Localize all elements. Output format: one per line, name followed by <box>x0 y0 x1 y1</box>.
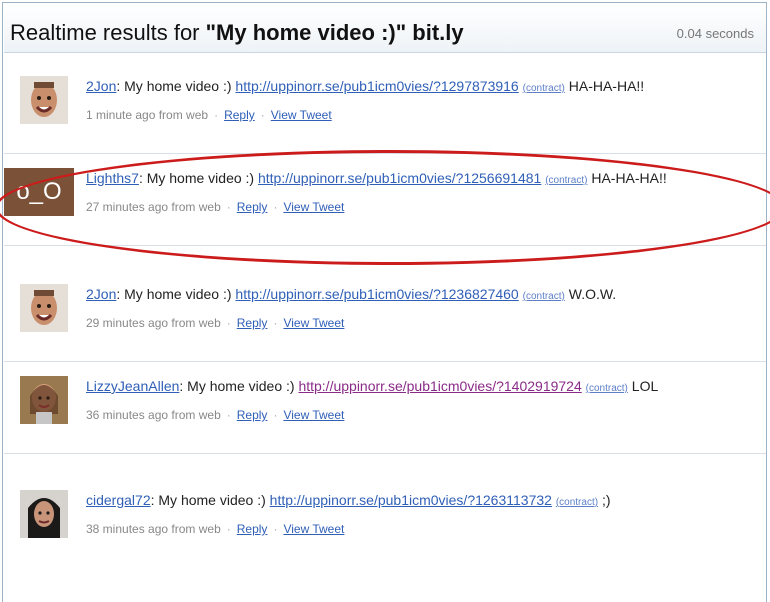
avatar[interactable] <box>20 490 68 538</box>
view-tweet-link[interactable]: View Tweet <box>283 522 344 536</box>
tweet-body: 2Jon: My home video :) http://uppinorr.s… <box>86 284 746 333</box>
contract-link[interactable]: (contract) <box>545 175 587 186</box>
tweet-suffix: ;) <box>598 492 611 508</box>
woman-avatar-icon <box>20 376 68 424</box>
tweet-item: 2Jon: My home video :) http://uppinorr.s… <box>4 62 766 154</box>
tweet-text: : My home video :) <box>116 286 236 302</box>
reply-link[interactable]: Reply <box>237 200 268 214</box>
woman-dark-hair-avatar-icon <box>20 490 68 538</box>
avatar[interactable] <box>20 284 68 332</box>
tweet-text: : My home video :) <box>116 78 236 94</box>
tweet-item: o_O Lighths7: My home video :) http://up… <box>4 154 766 246</box>
view-tweet-link[interactable]: View Tweet <box>283 316 344 330</box>
tweet-url[interactable]: http://uppinorr.se/pub1icm0vies/?1236827… <box>235 286 518 302</box>
contract-link[interactable]: (contract) <box>523 83 565 94</box>
tweet-user[interactable]: Lighths7 <box>86 170 139 186</box>
tweet-body: 2Jon: My home video :) http://uppinorr.s… <box>86 76 746 125</box>
avatar[interactable] <box>20 376 68 424</box>
results-header: Realtime results for "My home video :)" … <box>4 4 766 53</box>
tweet-url[interactable]: http://uppinorr.se/pub1icm0vies/?1263113… <box>270 492 552 508</box>
title-prefix: Realtime results for <box>10 20 206 45</box>
tweet-user[interactable]: 2Jon <box>86 78 116 94</box>
reply-link[interactable]: Reply <box>237 522 268 536</box>
tweet-suffix: HA-HA-HA!! <box>564 78 645 94</box>
tweet-meta: 38 minutes ago from web · Reply · View Tweet <box>86 522 345 536</box>
view-tweet-link[interactable]: View Tweet <box>283 200 344 214</box>
tweet-text: : My home video :) <box>150 492 270 508</box>
tweet-meta: 29 minutes ago from web · Reply · View Tweet <box>86 316 345 330</box>
tweet-time: 1 minute ago from web <box>86 108 209 122</box>
tweet-item: 2Jon: My home video :) http://uppinorr.s… <box>4 270 766 362</box>
tweet-suffix: W.O.W. <box>564 286 617 302</box>
tweet-url[interactable]: http://uppinorr.se/pub1icm0vies/?1297873… <box>235 78 518 94</box>
contract-link[interactable]: (contract) <box>523 291 565 302</box>
tweet-url[interactable]: http://uppinorr.se/pub1icm0vies/?1256691… <box>258 170 541 186</box>
smiling-man-avatar-icon <box>20 76 68 124</box>
tweet-time: 38 minutes ago from web <box>86 522 221 536</box>
tweet-user[interactable]: cidergal72 <box>86 492 151 508</box>
avatar[interactable] <box>20 76 68 124</box>
results-title: Realtime results for "My home video :)" … <box>10 20 464 46</box>
tweet-time: 27 minutes ago from web <box>86 200 221 214</box>
elapsed-time: 0.04 seconds <box>676 26 754 41</box>
tweet-text: : My home video :) <box>179 378 299 394</box>
contract-link[interactable]: (contract) <box>556 497 598 508</box>
avatar[interactable]: o_O <box>4 168 74 216</box>
tweet-suffix: HA-HA-HA!! <box>587 170 667 186</box>
tweet-time: 36 minutes ago from web <box>86 408 221 422</box>
reply-link[interactable]: Reply <box>237 408 268 422</box>
reply-link[interactable]: Reply <box>224 108 255 122</box>
tweet-suffix: LOL <box>627 378 659 394</box>
view-tweet-link[interactable]: View Tweet <box>283 408 344 422</box>
view-tweet-link[interactable]: View Tweet <box>271 108 332 122</box>
tweet-user[interactable]: 2Jon <box>86 286 116 302</box>
tweet-body: LizzyJeanAllen: My home video :) http://… <box>86 376 746 425</box>
tweet-meta: 1 minute ago from web · Reply · View Tweet <box>86 108 332 122</box>
tweet-text: : My home video :) <box>138 170 258 186</box>
contract-link[interactable]: (contract) <box>586 383 628 394</box>
tweet-meta: 36 minutes ago from web · Reply · View Tweet <box>86 408 345 422</box>
title-query: "My home video :)" bit.ly <box>205 20 464 45</box>
tweet-item: cidergal72: My home video :) http://uppi… <box>4 476 766 568</box>
reply-link[interactable]: Reply <box>237 316 268 330</box>
tweet-body: Lighths7: My home video :) http://uppino… <box>86 168 746 217</box>
tweet-url[interactable]: http://uppinorr.se/pub1icm0vies/?1402919… <box>298 378 581 394</box>
smiling-man-avatar-icon <box>20 284 68 332</box>
tweet-item: LizzyJeanAllen: My home video :) http://… <box>4 362 766 454</box>
o-face-avatar: o_O <box>16 178 62 205</box>
tweet-user[interactable]: LizzyJeanAllen <box>86 378 179 394</box>
tweet-body: cidergal72: My home video :) http://uppi… <box>86 490 746 539</box>
tweet-meta: 27 minutes ago from web · Reply · View Tweet <box>86 200 345 214</box>
tweet-time: 29 minutes ago from web <box>86 316 221 330</box>
